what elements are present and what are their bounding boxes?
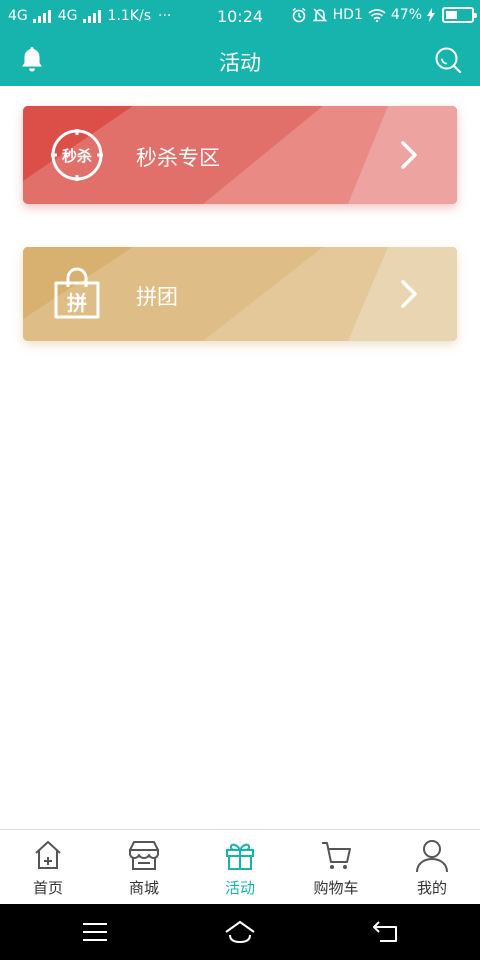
group-buy-label: 拼团 (136, 285, 178, 309)
mute-bell-icon (312, 8, 327, 22)
tab-mine[interactable]: 我的 (384, 830, 480, 905)
status-right: HD1 47% (291, 7, 477, 23)
chevron-right-icon (401, 141, 417, 169)
search-icon[interactable] (434, 46, 462, 74)
battery-percent: 47% (390, 7, 422, 23)
alarm-icon (292, 7, 306, 23)
seckill-clock-icon: 秒杀 (51, 129, 103, 181)
seckill-card[interactable]: 秒杀 秒杀专区 (23, 106, 457, 204)
tab-store[interactable]: 商城 (96, 830, 192, 905)
tab-home[interactable]: 首页 (0, 830, 96, 905)
tab-activity-label: 活动 (224, 879, 255, 897)
bottom-tab-bar: 首页 商城 活动 购物车 我的 (0, 829, 480, 904)
app-header: 活动 (0, 34, 480, 86)
seckill-label: 秒杀专区 (136, 146, 220, 170)
status-bar: 4G 4G 1.1K/s ··· 10:24 HD1 47% (0, 0, 480, 34)
wifi-icon (368, 9, 386, 22)
system-nav-bar (0, 904, 480, 960)
cart-icon (322, 842, 351, 869)
tab-cart[interactable]: 购物车 (288, 830, 384, 905)
tab-cart-label: 购物车 (313, 879, 359, 897)
seckill-icon-text: 秒杀 (62, 147, 92, 165)
home-icon (35, 841, 61, 869)
store-icon (129, 841, 159, 870)
home-outline-icon[interactable] (224, 918, 256, 946)
hd-indicator: HD1 (332, 7, 363, 23)
shopping-bag-icon: 拼 (54, 267, 100, 319)
tab-mine-label: 我的 (416, 879, 447, 897)
tab-activity[interactable]: 活动 (192, 830, 288, 905)
charging-icon (427, 8, 435, 22)
page-title: 活动 (219, 51, 261, 75)
back-icon[interactable] (370, 918, 402, 946)
chevron-right-icon (401, 280, 417, 308)
battery-fill (446, 11, 457, 19)
group-buy-card[interactable]: 拼 拼团 (23, 247, 457, 341)
battery-icon (442, 7, 477, 23)
gift-icon (226, 843, 254, 870)
group-icon-text: 拼 (67, 291, 87, 315)
tab-store-label: 商城 (128, 879, 159, 897)
tab-home-label: 首页 (32, 879, 63, 897)
user-icon (416, 840, 448, 872)
menu-icon[interactable] (79, 918, 111, 946)
